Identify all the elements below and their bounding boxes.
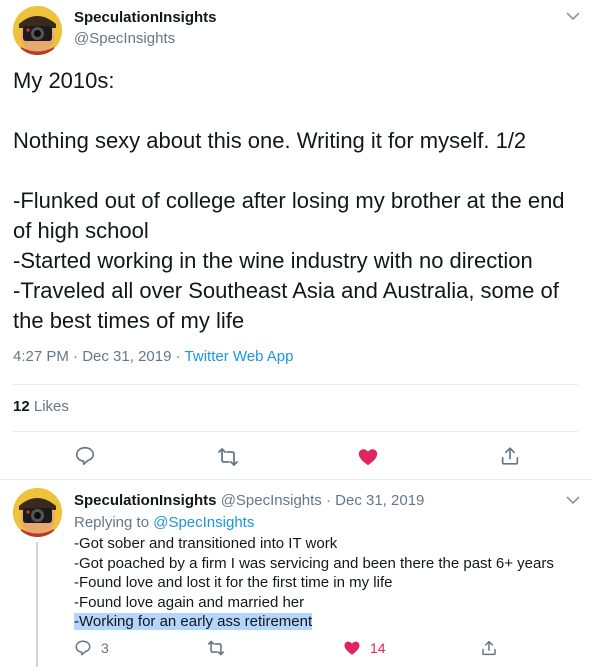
- retweet-icon: [207, 640, 225, 656]
- tweet-text: My 2010s: Nothing sexy about this one. W…: [13, 66, 583, 336]
- reply-icon: [75, 446, 95, 466]
- reply-line: -Found love again and married her: [74, 593, 305, 611]
- avatar[interactable]: [13, 488, 62, 537]
- share-button[interactable]: [480, 639, 498, 657]
- heart-icon: [344, 641, 360, 655]
- reply-header: SpeculationInsights @SpecInsights · Dec …: [74, 492, 424, 509]
- reply-count: 3: [101, 640, 109, 656]
- tweet-line: -Traveled all over Southeast Asia and Au…: [13, 278, 559, 333]
- replying-to: Replying to @SpecInsights: [74, 514, 254, 531]
- display-name[interactable]: SpeculationInsights: [74, 9, 217, 26]
- retweet-button[interactable]: [216, 446, 240, 468]
- separator: ·: [325, 492, 331, 509]
- like-button[interactable]: [357, 446, 379, 468]
- reply-line-selected: -Working for an early ass retirement: [74, 612, 584, 632]
- like-button[interactable]: 14: [343, 639, 386, 657]
- likes-label: Likes: [33, 398, 69, 415]
- replying-to-label: Replying to: [74, 514, 150, 531]
- reply-line: -Got sober and transitioned into IT work: [74, 535, 338, 552]
- divider: [13, 384, 578, 385]
- tweet-line: -Flunked out of college after losing my …: [13, 188, 565, 243]
- share-icon: [501, 447, 519, 465]
- tweet-date[interactable]: Dec 31, 2019: [82, 348, 171, 365]
- tweet-line: My 2010s:: [13, 68, 115, 93]
- reply-text: -Got sober and transitioned into IT work…: [74, 534, 584, 632]
- chevron-down-icon[interactable]: [564, 7, 582, 25]
- reply-button[interactable]: [74, 445, 96, 467]
- reply-button[interactable]: 3: [74, 639, 109, 657]
- divider: [13, 431, 578, 432]
- tweet-time[interactable]: 4:27 PM: [13, 348, 69, 365]
- share-button[interactable]: [499, 445, 521, 467]
- retweet-button[interactable]: [206, 639, 226, 657]
- source-app-link[interactable]: Twitter Web App: [185, 348, 294, 365]
- separator: ·: [73, 348, 79, 365]
- likes-count: 12: [13, 398, 30, 415]
- avatar[interactable]: [13, 6, 62, 55]
- mention-link[interactable]: @SpecInsights: [153, 514, 254, 531]
- tweet-meta: 4:27 PM · Dec 31, 2019 · Twitter Web App: [13, 348, 293, 365]
- main-tweet: SpeculationInsights @SpecInsights My 201…: [0, 0, 591, 480]
- reply-line: -Found love and lost it for the first ti…: [74, 574, 393, 591]
- reply-icon: [75, 640, 91, 656]
- separator: ·: [175, 348, 181, 365]
- chevron-down-icon[interactable]: [564, 491, 582, 509]
- share-icon: [482, 640, 496, 656]
- thread-connector-line: [36, 542, 38, 667]
- tweet-page: SpeculationInsights @SpecInsights My 201…: [0, 0, 591, 667]
- heart-icon: [358, 449, 378, 466]
- tweet-date[interactable]: Dec 31, 2019: [335, 492, 424, 509]
- reply-line: -Got poached by a firm I was servicing a…: [74, 554, 554, 572]
- user-handle[interactable]: @SpecInsights: [74, 30, 175, 47]
- like-count: 14: [370, 640, 386, 656]
- selected-text: -Working for an early ass retirement: [74, 613, 313, 630]
- display-name[interactable]: SpeculationInsights: [74, 492, 217, 509]
- tweet-line: -Started working in the wine industry wi…: [13, 248, 533, 273]
- tweet-line: Nothing sexy about this one. Writing it …: [13, 128, 527, 153]
- user-handle[interactable]: @SpecInsights: [221, 492, 322, 509]
- likes-stat[interactable]: 12 Likes: [13, 398, 69, 415]
- retweet-icon: [218, 448, 238, 466]
